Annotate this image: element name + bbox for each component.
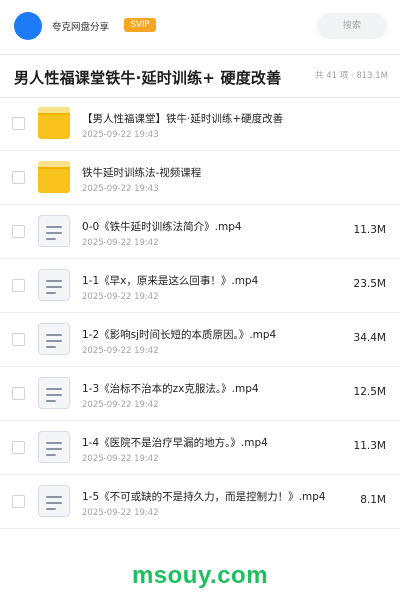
file-date: 2025-09-22 19:42 <box>82 454 159 464</box>
row-checkbox[interactable] <box>12 441 25 454</box>
file-size: 11.3M <box>353 440 386 452</box>
file-name: 1-5《不可或缺的不是持久力，而是控制力！》.mp4 <box>82 491 326 503</box>
file-size: 11.3M <box>353 224 386 236</box>
list-item[interactable]: 1-3《治标不治本的zx克服法。》.mp4 2025-09-22 19:42 1… <box>0 367 400 421</box>
row-checkbox[interactable] <box>12 279 25 292</box>
folder-icon <box>38 161 70 193</box>
file-name: 1-4《医院不是治疗早漏的地方。》.mp4 <box>82 437 268 449</box>
file-name: 1-1《早x，原来是这么回事！》.mp4 <box>82 275 259 287</box>
row-checkbox[interactable] <box>12 387 25 400</box>
list-item[interactable]: 1-2《影响sj时间长短的本质原因。》.mp4 2025-09-22 19:42… <box>0 313 400 367</box>
video-file-icon <box>38 377 70 409</box>
file-date: 2025-09-22 19:42 <box>82 508 159 518</box>
search-input[interactable] <box>317 13 387 39</box>
row-checkbox[interactable] <box>12 495 25 508</box>
row-checkbox[interactable] <box>12 171 25 184</box>
brand-label: 夸克网盘分享 <box>52 22 110 33</box>
file-date: 2025-09-22 19:42 <box>82 400 159 410</box>
file-size: 23.5M <box>353 278 386 290</box>
folder-title-bar: 男人性福课堂铁牛·延时训练+ 硬度改善 共 41 项 · 813.1M <box>0 55 400 97</box>
watermark: msouy.com <box>131 562 269 589</box>
list-item[interactable]: 0-0《铁牛延时训练法简介》.mp4 2025-09-22 19:42 11.3… <box>0 205 400 259</box>
list-item[interactable]: 1-1《早x，原来是这么回事！》.mp4 2025-09-22 19:42 23… <box>0 259 400 313</box>
file-name: 1-2《影响sj时间长短的本质原因。》.mp4 <box>82 329 277 341</box>
row-checkbox[interactable] <box>12 117 25 130</box>
row-checkbox[interactable] <box>12 333 25 346</box>
file-size: 34.4M <box>353 332 386 344</box>
svip-badge: SVIP <box>124 18 156 32</box>
video-file-icon <box>38 485 70 517</box>
video-file-icon <box>38 269 70 301</box>
item-count-summary: 共 41 项 · 813.1M <box>315 71 388 81</box>
file-date: 2025-09-22 19:42 <box>82 292 159 302</box>
file-size: 8.1M <box>360 494 386 506</box>
file-date: 2025-09-22 19:43 <box>82 184 159 194</box>
list-item[interactable]: 1-4《医院不是治疗早漏的地方。》.mp4 2025-09-22 19:42 1… <box>0 421 400 475</box>
top-bar: 夸克网盘分享 SVIP <box>0 0 400 54</box>
file-date: 2025-09-22 19:42 <box>82 238 159 248</box>
row-divider <box>0 528 400 529</box>
list-item[interactable]: 【男人性福课堂】铁牛·延时训练+硬度改善 2025-09-22 19:43 <box>0 97 400 151</box>
list-item[interactable]: 铁牛延时训练法-视频课程 2025-09-22 19:43 <box>0 151 400 205</box>
file-name: 铁牛延时训练法-视频课程 <box>82 167 202 179</box>
video-file-icon <box>38 323 70 355</box>
page-title: 男人性福课堂铁牛·延时训练+ 硬度改善 <box>14 69 282 87</box>
file-name: 1-3《治标不治本的zx克服法。》.mp4 <box>82 383 259 395</box>
file-date: 2025-09-22 19:42 <box>82 346 159 356</box>
file-date: 2025-09-22 19:43 <box>82 130 159 140</box>
row-checkbox[interactable] <box>12 225 25 238</box>
avatar[interactable] <box>14 12 42 40</box>
file-name: 0-0《铁牛延时训练法简介》.mp4 <box>82 221 242 233</box>
video-file-icon <box>38 215 70 247</box>
video-file-icon <box>38 431 70 463</box>
folder-icon <box>38 107 70 139</box>
list-item[interactable]: 1-5《不可或缺的不是持久力，而是控制力！》.mp4 2025-09-22 19… <box>0 475 400 529</box>
file-name: 【男人性福课堂】铁牛·延时训练+硬度改善 <box>82 113 284 125</box>
file-size: 12.5M <box>353 386 386 398</box>
